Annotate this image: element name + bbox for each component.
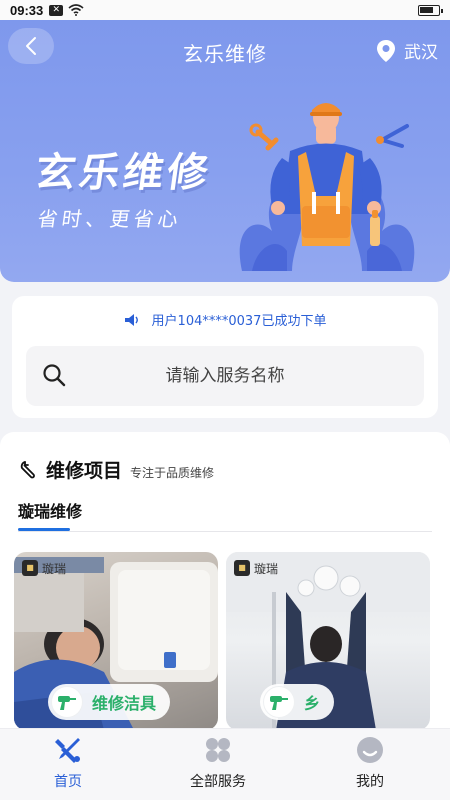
nav-all-services[interactable]: 全部服务 xyxy=(158,729,278,800)
service-card-second[interactable]: ■ 璇瑞 乡 xyxy=(226,552,430,730)
brand-badge: 璇瑞 xyxy=(42,562,67,576)
divider xyxy=(18,531,432,532)
speaker-icon xyxy=(124,313,138,326)
notice-text: 用户104****0037已成功下单 xyxy=(151,314,327,329)
brand-title: 玄乐维修 xyxy=(32,150,215,196)
nav-home[interactable]: 首页 xyxy=(8,729,128,800)
order-notice: 用户104****0037已成功下单 xyxy=(12,310,438,329)
status-time: 09:33 xyxy=(10,2,44,18)
nav-all-label: 全部服务 xyxy=(190,774,246,790)
nav-home-label: 首页 xyxy=(54,774,82,790)
battery-icon xyxy=(418,5,443,16)
service-card-sanitary[interactable]: ■ 璇瑞 维修洁具 xyxy=(14,552,218,730)
service-label: 乡 xyxy=(304,694,321,713)
status-bar: 09:33 ✕ xyxy=(0,0,450,20)
brand-badge-icon: ■ xyxy=(22,560,38,576)
nav-profile[interactable]: 我的 xyxy=(310,729,430,800)
repair-section: 维修项目 专注于品质维修 璇瑞维修 ■ 璇瑞 维修洁具 ■ 璇瑞 乡 xyxy=(0,432,450,752)
location-selector[interactable]: 武汉 xyxy=(376,38,438,63)
tools-icon xyxy=(55,738,80,763)
location-label: 武汉 xyxy=(404,43,438,63)
drill-icon xyxy=(264,687,294,717)
search-card: 用户104****0037已成功下单 xyxy=(12,296,438,418)
wifi-icon xyxy=(68,4,84,16)
section-header: 维修项目 专注于品质维修 xyxy=(20,456,214,483)
search-input[interactable] xyxy=(26,366,424,386)
section-title: 维修项目 xyxy=(46,460,123,482)
service-pill: 乡 xyxy=(260,684,335,720)
wrench-icon xyxy=(20,460,35,478)
service-label: 维修洁具 xyxy=(92,694,157,713)
brand-slogan: 省时、更省心 xyxy=(36,207,184,231)
drill-icon xyxy=(52,687,82,717)
tab-xuanrui-repair[interactable]: 璇瑞维修 xyxy=(18,498,82,522)
nav-profile-label: 我的 xyxy=(356,774,384,790)
hero-banner: 09:33 ✕ 玄乐维修 武汉 玄乐维修 省时、更省心 xyxy=(0,0,450,282)
brand-badge-icon: ■ xyxy=(234,560,250,576)
bottom-nav: 首页 全部服务 我的 xyxy=(0,728,450,800)
grid-icon xyxy=(206,738,230,762)
smiley-icon xyxy=(357,737,383,763)
notification-icon: ✕ xyxy=(49,4,64,16)
service-pill: 维修洁具 xyxy=(48,684,171,720)
search-bar[interactable] xyxy=(26,346,424,406)
brand-badge: 璇瑞 xyxy=(254,562,279,576)
worker-illustration xyxy=(239,103,415,271)
section-subtitle: 专注于品质维修 xyxy=(130,466,215,480)
search-icon xyxy=(43,364,66,387)
location-pin-icon xyxy=(377,39,395,62)
